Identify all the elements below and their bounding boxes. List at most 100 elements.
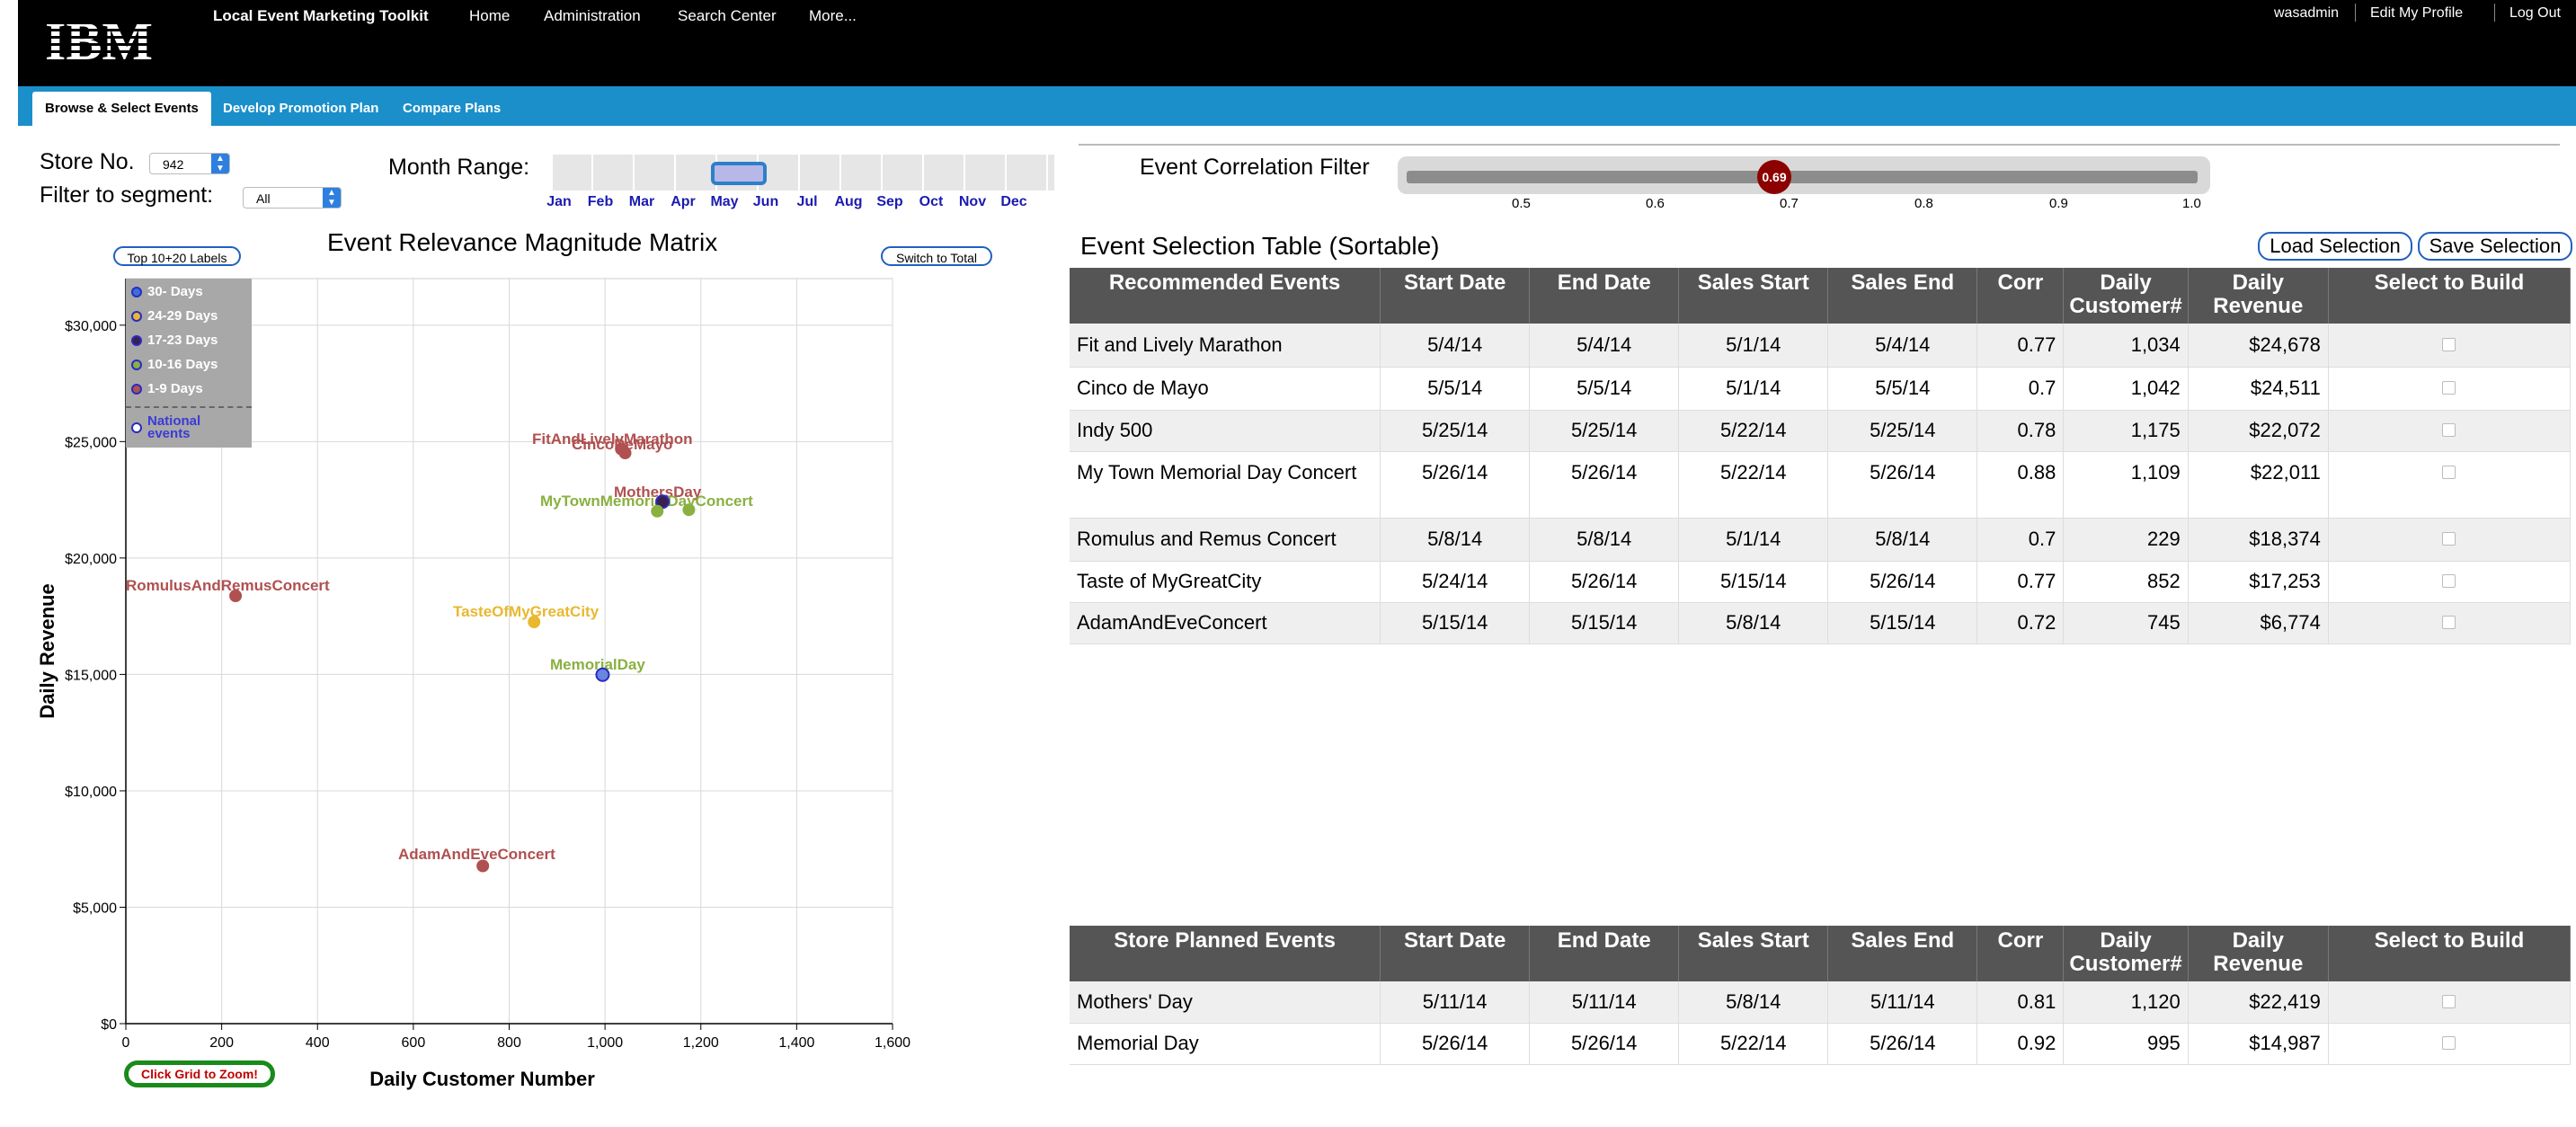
col-header[interactable]: Corr	[1976, 268, 2065, 324]
daily-revenue: $22,072	[2188, 410, 2329, 452]
col-header[interactable]: End Date	[1529, 268, 1680, 324]
col-header[interactable]: Daily Revenue	[2188, 268, 2329, 324]
col-header[interactable]: Sales End	[1827, 268, 1978, 324]
start-date: 5/24/14	[1380, 561, 1531, 603]
select-checkbox[interactable]	[2442, 423, 2456, 437]
start-date: 5/4/14	[1380, 324, 1531, 368]
end-date: 5/15/14	[1529, 602, 1680, 644]
col-header[interactable]: Sales Start	[1678, 926, 1829, 981]
select-checkbox[interactable]	[2442, 465, 2456, 479]
sales-start: 5/22/14	[1678, 451, 1829, 519]
event-name: Romulus and Remus Concert	[1070, 518, 1381, 562]
point-label: TasteOfMyGreatCity	[453, 603, 600, 620]
col-header[interactable]: Recommended Events	[1070, 268, 1381, 324]
table-row[interactable]: Taste of MyGreatCity 5/24/14 5/26/14 5/1…	[1070, 561, 2572, 603]
table-row[interactable]: Romulus and Remus Concert 5/8/14 5/8/14 …	[1070, 518, 2572, 562]
col-header[interactable]: Sales Start	[1678, 268, 1829, 324]
select-checkbox[interactable]	[2442, 532, 2456, 546]
legend-label: 24-29 Days	[147, 308, 218, 324]
chart-plot[interactable]: 0 200 400 600 800 1,000 1,200 1,400 1,600 $0 $5,00…	[0, 0, 1079, 1127]
sales-start: 5/1/14	[1678, 518, 1829, 562]
select-cell	[2328, 367, 2572, 411]
col-header[interactable]: Daily Customer#	[2063, 926, 2189, 981]
table-row[interactable]: Indy 500 5/25/14 5/25/14 5/22/14 5/25/14…	[1070, 410, 2572, 452]
table-row[interactable]: AdamAndEveConcert 5/15/14 5/15/14 5/8/14…	[1070, 602, 2572, 644]
x-tick-label: 0	[122, 1035, 130, 1051]
col-header[interactable]: Start Date	[1380, 268, 1531, 324]
sales-start: 5/15/14	[1678, 561, 1829, 603]
daily-revenue: $22,011	[2188, 451, 2329, 519]
data-point[interactable]	[476, 859, 490, 873]
data-point[interactable]	[682, 503, 696, 517]
edit-profile-link[interactable]: Edit My Profile	[2370, 5, 2463, 22]
user-name-link[interactable]: wasadmin	[2274, 5, 2339, 22]
corr-slider-track[interactable]	[1407, 171, 2198, 183]
sales-start: 5/22/14	[1678, 410, 1829, 452]
y-tick-label: $5,000	[73, 901, 117, 916]
event-name: Mothers' Day	[1070, 981, 1381, 1024]
corr-tick: 0.6	[1646, 196, 1665, 211]
sales-end: 5/26/14	[1827, 1023, 1978, 1065]
col-header[interactable]: Daily Customer#	[2063, 268, 2189, 324]
sales-end: 5/25/14	[1827, 410, 1978, 452]
col-header[interactable]: Sales End	[1827, 926, 1978, 981]
corr-value: 0.7	[1976, 367, 2065, 411]
data-point[interactable]	[229, 589, 243, 602]
x-tick-label: 1,600	[875, 1035, 910, 1051]
corr-tick: 0.8	[1914, 196, 1933, 211]
y-axis-label: Daily Revenue	[36, 583, 58, 718]
data-point[interactable]	[618, 447, 632, 460]
load-selection-button[interactable]: Load Selection	[2258, 232, 2412, 261]
table-row[interactable]: My Town Memorial Day Concert 5/26/14 5/2…	[1070, 451, 2572, 519]
table-header-row: Recommended Events Start Date End Date S…	[1070, 268, 2572, 324]
daily-revenue: $18,374	[2188, 518, 2329, 562]
col-header[interactable]: Store Planned Events	[1070, 926, 1381, 981]
select-checkbox[interactable]	[2442, 1036, 2456, 1050]
event-name: Memorial Day	[1070, 1023, 1381, 1065]
y-tick-label: $20,000	[65, 552, 117, 567]
select-cell	[2328, 324, 2572, 368]
daily-revenue: $6,774	[2188, 602, 2329, 644]
daily-customers: 1,175	[2063, 410, 2189, 452]
table-row[interactable]: Fit and Lively Marathon 5/4/14 5/4/14 5/…	[1070, 324, 2572, 368]
col-header[interactable]: Select to Build	[2328, 926, 2572, 981]
table-header-row: Store Planned Events Start Date End Date…	[1070, 926, 2572, 981]
col-header[interactable]: Start Date	[1380, 926, 1531, 981]
selection-table-title: Event Selection Table (Sortable)	[1080, 232, 1440, 260]
logout-link[interactable]: Log Out	[2509, 5, 2561, 22]
sales-start: 5/1/14	[1678, 367, 1829, 411]
select-cell	[2328, 518, 2572, 562]
table-row[interactable]: Cinco de Mayo 5/5/14 5/5/14 5/1/14 5/5/1…	[1070, 367, 2572, 411]
corr-value: 0.7	[1976, 518, 2065, 562]
col-header[interactable]: Select to Build	[2328, 268, 2572, 324]
sales-start: 5/8/14	[1678, 981, 1829, 1024]
data-point[interactable]	[528, 616, 541, 629]
corr-tick: 0.5	[1512, 196, 1531, 211]
start-date: 5/5/14	[1380, 367, 1531, 411]
save-selection-button[interactable]: Save Selection	[2418, 232, 2572, 261]
col-header[interactable]: Corr	[1976, 926, 2065, 981]
corr-slider-handle[interactable]: 0.69	[1757, 160, 1791, 194]
table-row[interactable]: Memorial Day 5/26/14 5/26/14 5/22/14 5/2…	[1070, 1023, 2572, 1065]
data-point[interactable]	[651, 504, 664, 518]
select-checkbox[interactable]	[2442, 574, 2456, 588]
sales-end: 5/26/14	[1827, 451, 1978, 519]
data-point[interactable]	[595, 667, 610, 682]
col-header[interactable]: Daily Revenue	[2188, 926, 2329, 981]
daily-customers: 229	[2063, 518, 2189, 562]
table-row[interactable]: Mothers' Day 5/11/14 5/11/14 5/8/14 5/11…	[1070, 981, 2572, 1024]
col-header[interactable]: End Date	[1529, 926, 1680, 981]
select-checkbox[interactable]	[2442, 337, 2456, 351]
select-checkbox[interactable]	[2442, 994, 2456, 1008]
daily-customers: 1,034	[2063, 324, 2189, 368]
event-name: Indy 500	[1070, 410, 1381, 452]
legend-item: 1-9 Days	[131, 381, 203, 396]
divider	[1079, 144, 2560, 146]
select-checkbox[interactable]	[2442, 381, 2456, 395]
start-date: 5/8/14	[1380, 518, 1531, 562]
end-date: 5/11/14	[1529, 981, 1680, 1024]
select-cell	[2328, 451, 2572, 519]
zoom-button[interactable]: Click Grid to Zoom!	[124, 1060, 275, 1087]
select-checkbox[interactable]	[2442, 616, 2456, 629]
y-tick-label: $15,000	[65, 668, 117, 683]
